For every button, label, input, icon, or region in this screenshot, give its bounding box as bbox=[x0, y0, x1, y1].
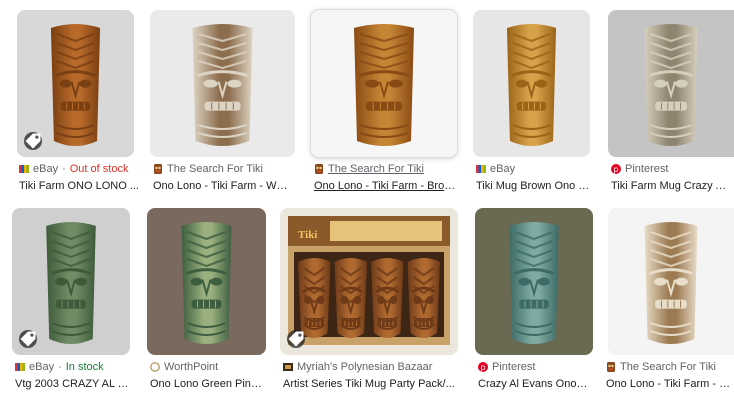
result-thumbnail[interactable] bbox=[608, 208, 734, 355]
result-thumbnail[interactable] bbox=[150, 10, 295, 157]
tiki-mug-image: Tiki bbox=[280, 208, 458, 355]
result-thumbnail[interactable] bbox=[12, 208, 130, 355]
result-source[interactable]: p Pinterest bbox=[611, 163, 731, 175]
result-title[interactable]: Ono Lono Green Pinea... bbox=[150, 378, 265, 390]
tiki-favicon-icon bbox=[314, 164, 324, 174]
tiki-mug-image bbox=[475, 208, 593, 355]
result-title[interactable]: Artist Series Tiki Mug Party Pack/... bbox=[283, 378, 455, 390]
tiki-mug-image bbox=[608, 10, 734, 157]
worthpoint-favicon-icon bbox=[150, 362, 160, 372]
tiki-mug-image bbox=[473, 10, 590, 157]
result-source[interactable]: eBay bbox=[476, 163, 586, 175]
result-thumbnail[interactable] bbox=[608, 10, 734, 157]
result-title[interactable]: Crazy Al Evans Ono Lo... bbox=[478, 378, 590, 390]
result-source[interactable]: The Search For Tiki bbox=[314, 163, 454, 175]
pinterest-favicon-icon: p bbox=[611, 164, 621, 174]
result-thumbnail[interactable] bbox=[17, 10, 134, 157]
result-title[interactable]: Tiki Farm ONO LONO ... bbox=[19, 180, 139, 192]
ebay-favicon-icon bbox=[15, 362, 25, 372]
svg-text:p: p bbox=[613, 165, 618, 174]
result-title[interactable]: Ono Lono - Tiki Farm - White ... bbox=[153, 180, 293, 192]
result-title[interactable]: Tiki Mug Brown Ono Lo... bbox=[476, 180, 591, 192]
result-title[interactable]: Tiki Farm Mug Crazy Al... bbox=[611, 180, 731, 192]
result-source[interactable]: eBay · Out of stock bbox=[19, 163, 149, 175]
tiki-favicon-icon bbox=[153, 164, 163, 174]
stock-status: In stock bbox=[65, 361, 104, 373]
result-source[interactable]: Myriah's Polynesian Bazaar bbox=[283, 361, 458, 373]
result-thumbnail[interactable] bbox=[147, 208, 266, 355]
result-title[interactable]: Ono Lono - Tiki Farm - Brown... bbox=[314, 180, 459, 192]
result-source[interactable]: eBay · In stock bbox=[15, 361, 140, 373]
tiki-mug-image bbox=[150, 10, 295, 157]
result-title[interactable]: Vtg 2003 CRAZY AL TI... bbox=[15, 378, 135, 390]
pinterest-favicon-icon: p bbox=[478, 362, 488, 372]
ebay-favicon-icon bbox=[19, 164, 29, 174]
ebay-favicon-icon bbox=[476, 164, 486, 174]
tiki-mug-image bbox=[147, 208, 266, 355]
result-source[interactable]: The Search For Tiki bbox=[606, 361, 732, 373]
result-thumbnail[interactable] bbox=[311, 10, 457, 157]
product-tag-icon bbox=[24, 132, 42, 150]
svg-text:Tiki: Tiki bbox=[298, 229, 317, 241]
result-source[interactable]: p Pinterest bbox=[478, 361, 593, 373]
result-title[interactable]: Ono Lono - Tiki Farm - W... bbox=[606, 378, 732, 390]
result-thumbnail[interactable]: Tiki bbox=[280, 208, 458, 355]
bazaar-favicon-icon bbox=[283, 362, 293, 372]
tiki-mug-image bbox=[311, 10, 457, 157]
svg-text:p: p bbox=[480, 363, 485, 372]
result-thumbnail[interactable] bbox=[473, 10, 590, 157]
tiki-mug-image bbox=[608, 208, 734, 355]
product-tag-icon bbox=[287, 330, 305, 348]
tiki-favicon-icon bbox=[606, 362, 616, 372]
product-tag-icon bbox=[19, 330, 37, 348]
stock-status: Out of stock bbox=[69, 163, 129, 175]
result-source[interactable]: WorthPoint bbox=[150, 361, 270, 373]
result-thumbnail[interactable] bbox=[475, 208, 593, 355]
result-source[interactable]: The Search For Tiki bbox=[153, 163, 293, 175]
